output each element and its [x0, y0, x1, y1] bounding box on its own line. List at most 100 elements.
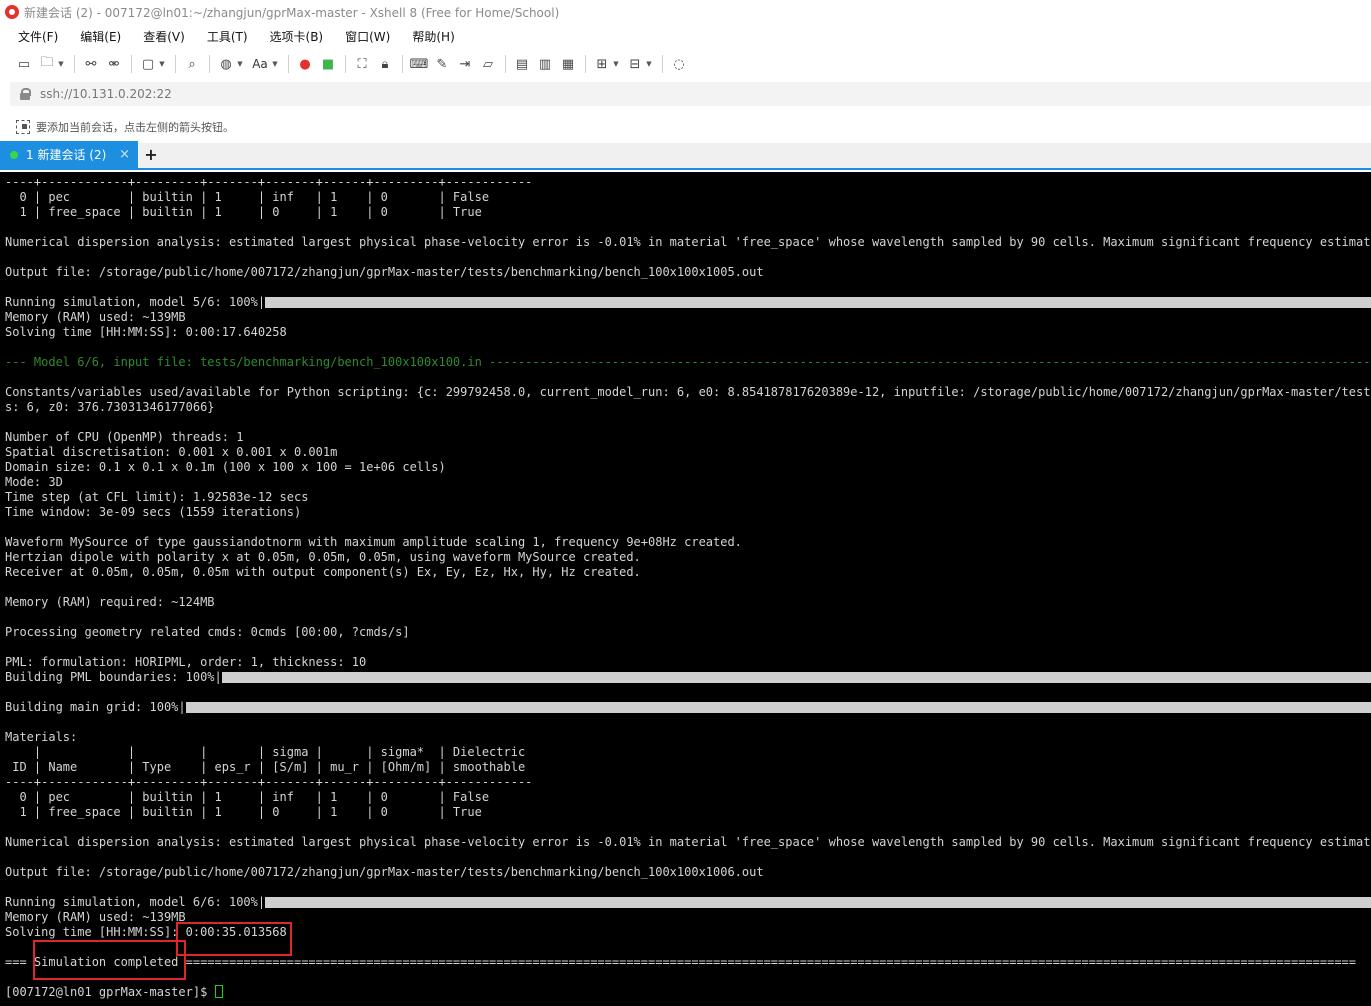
transfer-icon[interactable]: ⇥ — [455, 54, 475, 74]
terminal-line: Output file: /storage/public/home/007172… — [5, 865, 764, 879]
toolbar-separator — [131, 55, 132, 73]
connected-status-icon — [10, 150, 18, 159]
terminal-line: 0 | pec | builtin | 1 | inf | 1 | 0 | Fa… — [5, 790, 490, 804]
chat-icon[interactable]: ◌ — [669, 54, 689, 74]
session-hint-bar: 要添加当前会话，点击左侧的箭头按钮。 — [0, 114, 1371, 140]
terminal-line: Spatial discretisation: 0.001 x 0.001 x … — [5, 445, 338, 459]
terminal-line: PML: formulation: HORIPML, order: 1, thi… — [5, 655, 367, 669]
address-bar[interactable]: ssh://10.131.0.202:22 — [10, 82, 1371, 106]
connect-icon[interactable]: ⚯ — [81, 54, 101, 74]
menu-file[interactable]: 文件(F) — [14, 26, 62, 47]
terminal-line: Building PML boundaries: 100%| — [5, 670, 1371, 685]
script-icon[interactable]: ▱ — [478, 54, 498, 74]
compose-icon[interactable]: ✎ — [432, 54, 452, 74]
terminal-line: Memory (RAM) used: ~139MB — [5, 310, 186, 324]
solving-time-highlight — [176, 922, 292, 956]
notes-icon[interactable]: ▦ — [558, 54, 578, 74]
toolbar-separator — [288, 55, 289, 73]
terminal-line: Numerical dispersion analysis: estimated… — [5, 835, 1371, 849]
chevron-down-icon[interactable]: ▼ — [645, 54, 653, 74]
toolbar-separator — [74, 55, 75, 73]
window-title: 新建会话 (2) - 007172@ln01:~/zhangjun/gprMax… — [24, 5, 560, 20]
terminal-line: s: 6, z0: 376.73031346177066} — [5, 400, 215, 414]
globe-icon[interactable]: ◍ — [216, 54, 236, 74]
terminal-line: ----+------------+---------+-------+----… — [5, 775, 533, 789]
simulation-completed-highlight — [33, 940, 186, 980]
terminal-line: === Simulation completed ===============… — [5, 955, 1357, 969]
search-icon[interactable]: ⌕ — [182, 54, 202, 74]
add-session-icon[interactable] — [16, 120, 30, 134]
menu-help[interactable]: 帮助(H) — [408, 26, 458, 47]
menu-tools[interactable]: 工具(T) — [203, 26, 252, 47]
title-bar: 新建会话 (2) - 007172@ln01:~/zhangjun/gprMax… — [0, 0, 1371, 24]
lock-icon[interactable]: 🔒︎ — [375, 54, 395, 74]
fullscreen-icon[interactable]: ⛶ — [352, 54, 372, 74]
toolbar-separator — [209, 55, 210, 73]
xshell-logo-icon — [5, 5, 19, 19]
terminal-line: Time window: 3e-09 secs (1559 iterations… — [5, 505, 302, 519]
terminal-cursor — [214, 985, 223, 998]
chevron-down-icon[interactable]: ▼ — [271, 54, 279, 74]
tab-session-2[interactable]: 1 新建会话 (2) × — [0, 141, 138, 168]
menu-bar: 文件(F) 编辑(E) 查看(V) 工具(T) 选项卡(B) 窗口(W) 帮助(… — [0, 24, 1371, 48]
menu-window[interactable]: 窗口(W) — [341, 26, 394, 47]
progress-bar — [264, 297, 1371, 308]
menu-tabs[interactable]: 选项卡(B) — [266, 26, 328, 47]
terminal-line: Output file: /storage/public/home/007172… — [5, 265, 764, 279]
chevron-down-icon[interactable]: ▼ — [57, 54, 65, 74]
menu-edit[interactable]: 编辑(E) — [76, 26, 125, 47]
lock-icon — [20, 88, 31, 100]
close-icon[interactable]: × — [119, 147, 130, 162]
disconnect-icon[interactable]: ⚮ — [104, 54, 124, 74]
open-folder-icon[interactable]: 🗀 — [37, 54, 57, 74]
terminal-line: Hertzian dipole with polarity x at 0.05m… — [5, 550, 641, 564]
session-hint-text: 要添加当前会话，点击左侧的箭头按钮。 — [36, 121, 234, 134]
terminal-line: Numerical dispersion analysis: estimated… — [5, 235, 1371, 249]
terminal-line: Materials: — [5, 730, 78, 744]
menu-view[interactable]: 查看(V) — [139, 26, 189, 47]
new-tab-button[interactable]: + — [138, 141, 164, 168]
terminal-lines: ----+------------+---------+-------+----… — [5, 175, 1371, 1000]
layout-icon[interactable]: ⊟ — [625, 54, 645, 74]
terminal-line: Number of CPU (OpenMP) threads: 1 — [5, 430, 244, 444]
xshell-icon[interactable]: ● — [295, 54, 315, 74]
xftp-icon[interactable]: ■ — [318, 54, 338, 74]
toolbar: ▭ 🗀 ▼ ⚯ ⚮ ▢ ▼ ⌕ ◍ ▼ Aa ▼ ● ■ ⛶ 🔒︎ ⌨ ✎ ⇥ … — [0, 50, 1371, 78]
add-tab-icon[interactable]: ⊞ — [592, 54, 612, 74]
terminal-output[interactable]: ----+------------+---------+-------+----… — [0, 172, 1371, 1006]
terminal-line: Memory (RAM) required: ~124MB — [5, 595, 215, 609]
tab-bar: 1 新建会话 (2) × + — [0, 141, 1371, 170]
terminal-line: Running simulation, model 5/6: 100%| — [5, 295, 1371, 310]
chevron-down-icon[interactable]: ▼ — [236, 54, 244, 74]
terminal-line: Processing geometry related cmds: 0cmds … — [5, 625, 410, 639]
chevron-down-icon[interactable]: ▼ — [158, 54, 166, 74]
terminal-line: 1 | free_space | builtin | 1 | 0 | 1 | 0… — [5, 205, 482, 219]
log-start-icon[interactable]: ▤ — [512, 54, 532, 74]
terminal-line: [007172@ln01 gprMax-master]$ — [5, 985, 1371, 1000]
chevron-down-icon[interactable]: ▼ — [612, 54, 620, 74]
progress-bar — [264, 897, 1371, 908]
terminal-line: Domain size: 0.1 x 0.1 x 0.1m (100 x 100… — [5, 460, 446, 474]
font-button[interactable]: Aa — [249, 54, 271, 74]
terminal-line: Building main grid: 100%| — [5, 700, 1371, 715]
terminal-line: ----+------------+---------+-------+----… — [5, 175, 533, 189]
keyboard-icon[interactable]: ⌨ — [409, 54, 429, 74]
progress-bar — [221, 672, 1371, 683]
new-session-icon[interactable]: ▭ — [14, 54, 34, 74]
log-stop-icon[interactable]: ▥ — [535, 54, 555, 74]
session-url[interactable]: ssh://10.131.0.202:22 — [40, 87, 172, 101]
toolbar-separator — [585, 55, 586, 73]
session-window-icon[interactable]: ▢ — [138, 54, 158, 74]
